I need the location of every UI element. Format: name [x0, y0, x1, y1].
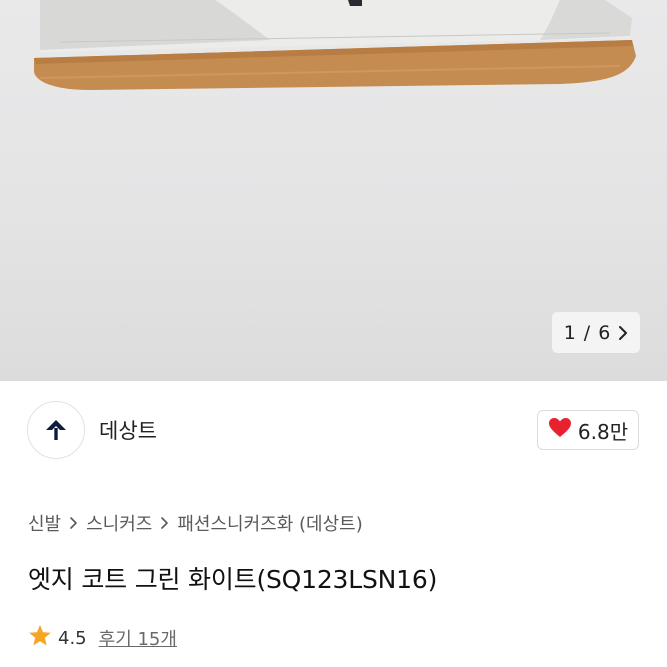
- chevron-right-icon[interactable]: [618, 325, 628, 341]
- review-link[interactable]: 후기 15개: [99, 625, 177, 651]
- image-pager[interactable]: 1 / 6: [552, 312, 640, 353]
- product-image[interactable]: 1 / 6: [0, 0, 667, 381]
- brand-row: 데상트 6.8만: [0, 381, 667, 479]
- breadcrumb-item[interactable]: 패션스니커즈화 (데상트): [177, 510, 362, 536]
- rating-score: 4.5: [58, 627, 87, 649]
- like-button[interactable]: 6.8만: [537, 410, 639, 450]
- pager-total: 6: [598, 321, 611, 344]
- breadcrumb-item[interactable]: 스니커즈: [86, 510, 152, 536]
- star-icon: [28, 624, 52, 652]
- like-count: 6.8만: [577, 419, 629, 444]
- descente-logo-icon[interactable]: [27, 401, 85, 459]
- heart-icon: [548, 417, 572, 443]
- pager-separator: /: [583, 321, 591, 344]
- product-title: 엣지 코트 그린 화이트(SQ123LSN16): [28, 565, 438, 594]
- breadcrumb-item[interactable]: 신발: [28, 510, 61, 536]
- rating-row: 4.5 후기 15개: [28, 624, 177, 652]
- pager-current: 1: [563, 321, 576, 344]
- chevron-right-icon: [160, 516, 169, 530]
- breadcrumb: 신발 스니커즈 패션스니커즈화 (데상트): [28, 510, 363, 536]
- chevron-right-icon: [69, 516, 78, 530]
- brand-name[interactable]: 데상트: [99, 415, 157, 445]
